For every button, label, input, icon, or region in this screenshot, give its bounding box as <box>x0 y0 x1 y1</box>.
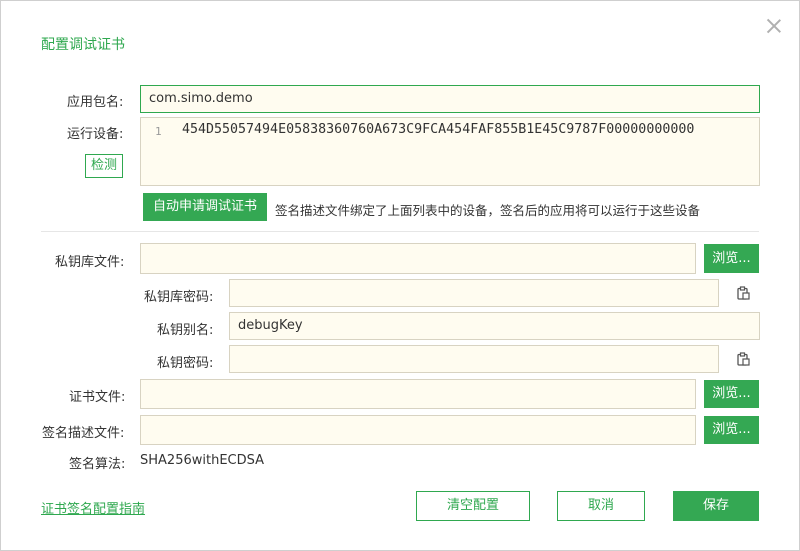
keystore-password-input[interactable] <box>229 279 719 307</box>
algorithm-label: 签名算法: <box>69 457 126 472</box>
config-debug-cert-dialog: 配置调试证书 应用包名: com.simo.demo 运行设备: 1 454D5… <box>0 0 800 551</box>
dialog-title: 配置调试证书 <box>41 37 125 53</box>
profile-input[interactable] <box>140 415 696 445</box>
cert-guide-link[interactable]: 证书签名配置指南 <box>41 498 145 517</box>
keystore-password-label: 私钥库密码: <box>144 290 214 305</box>
save-button[interactable]: 保存 <box>673 491 759 521</box>
cancel-button[interactable]: 取消 <box>557 491 645 521</box>
device-label: 运行设备: <box>67 127 124 142</box>
paste-icon[interactable] <box>736 352 750 366</box>
clear-config-button[interactable]: 清空配置 <box>416 491 530 521</box>
device-id-text: 454D55057494E05838360760A673C9FCA454FAF8… <box>182 122 695 137</box>
line-number: 1 <box>155 125 162 138</box>
keystore-browse-button[interactable]: 浏览... <box>704 244 759 273</box>
divider <box>41 231 759 232</box>
keystore-label: 私钥库文件: <box>55 255 125 270</box>
device-editor[interactable]: 1 454D55057494E05838360760A673C9FCA454FA… <box>140 117 760 186</box>
cert-input[interactable] <box>140 379 696 409</box>
close-icon[interactable] <box>765 17 783 35</box>
auto-apply-cert-button[interactable]: 自动申请调试证书 <box>143 193 267 221</box>
key-password-input[interactable] <box>229 345 719 373</box>
paste-icon[interactable] <box>736 286 750 300</box>
cert-label: 证书文件: <box>69 390 126 405</box>
algorithm-value: SHA256withECDSA <box>140 453 265 468</box>
key-password-label: 私钥密码: <box>157 356 214 371</box>
profile-browse-button[interactable]: 浏览... <box>704 416 759 444</box>
package-input[interactable]: com.simo.demo <box>140 85 760 113</box>
profile-label: 签名描述文件: <box>42 426 125 441</box>
profile-note: 签名描述文件绑定了上面列表中的设备，签名后的应用将可以运行于这些设备 <box>275 203 701 218</box>
package-label: 应用包名: <box>67 95 124 110</box>
alias-input[interactable]: debugKey <box>229 312 760 340</box>
alias-label: 私钥别名: <box>157 323 214 338</box>
detect-button[interactable]: 检测 <box>85 154 123 178</box>
keystore-input[interactable] <box>140 243 696 274</box>
cert-browse-button[interactable]: 浏览... <box>704 380 759 408</box>
